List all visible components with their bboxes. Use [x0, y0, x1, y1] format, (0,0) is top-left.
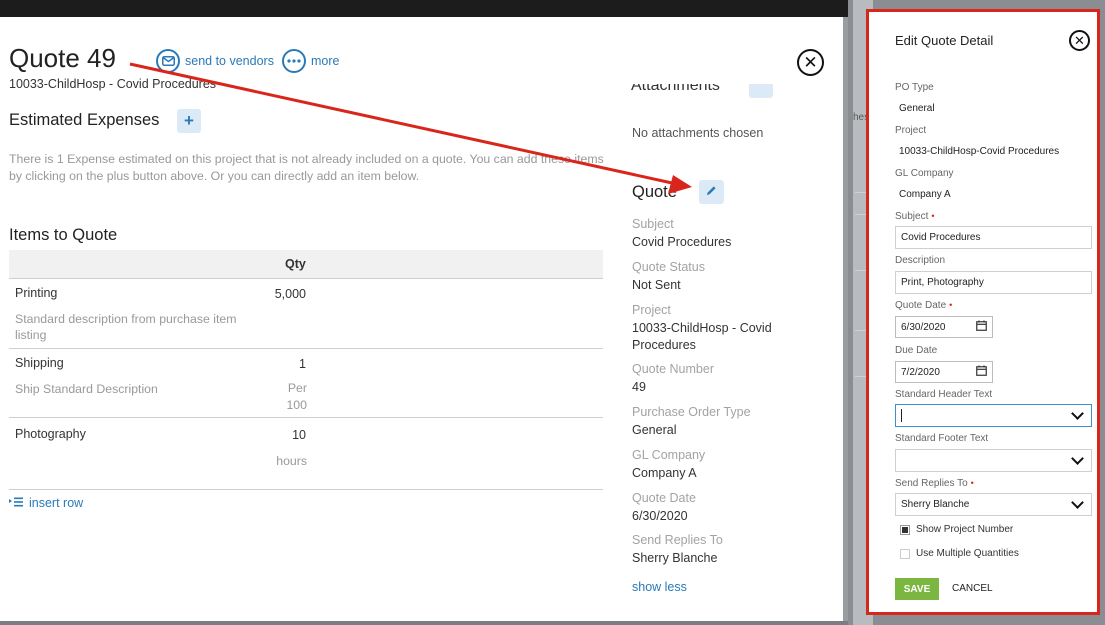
quote-status-label: Quote Status: [632, 260, 705, 274]
more-dots-icon: [282, 49, 306, 73]
footer-text-label: Standard Footer Text: [895, 433, 989, 444]
qty-column-header: Qty: [285, 257, 306, 271]
estimated-expenses-text: There is 1 Expense estimated on this pro…: [9, 152, 604, 183]
item-unit: Per 100: [286, 381, 307, 412]
item-description: Ship Standard Description: [15, 382, 158, 396]
description-label: Description: [895, 255, 946, 266]
attachments-heading: Attachments: [631, 84, 720, 94]
po-type-label: PO Type: [895, 82, 934, 93]
envelope-icon: [156, 49, 180, 73]
item-name: Photography: [15, 427, 86, 441]
show-less-link[interactable]: show less: [632, 580, 687, 594]
calendar-icon[interactable]: [976, 320, 987, 334]
more-link[interactable]: more: [282, 49, 339, 73]
send-replies-label: Send Replies To: [632, 533, 723, 547]
table-row[interactable]: Photography 10 hours: [9, 418, 603, 490]
replies-to-select[interactable]: Sherry Blanche: [895, 493, 1092, 516]
more-label: more: [311, 54, 340, 68]
gl-company-label: GL Company: [895, 168, 954, 179]
panel-title: Edit Quote Detail: [895, 33, 994, 48]
multiple-quantities-checkbox[interactable]: Use Multiple Quantities: [900, 548, 1019, 559]
gl-company-value: Company A: [632, 466, 697, 480]
show-project-number-checkbox[interactable]: Show Project Number: [900, 524, 1013, 535]
checkbox-unchecked[interactable]: [900, 548, 910, 559]
add-attachment-button[interactable]: [749, 84, 773, 98]
close-icon: ✕: [1074, 33, 1085, 48]
send-to-vendors-label: send to vendors: [185, 54, 274, 68]
chevron-down-icon: [1071, 406, 1084, 420]
chevron-down-icon: [1071, 451, 1084, 465]
quote-section-heading: Quote: [632, 183, 677, 201]
required-marker: •: [949, 300, 953, 310]
checkbox-checked[interactable]: [900, 524, 910, 535]
item-name: Printing: [15, 286, 58, 300]
po-type-value: General: [899, 103, 935, 114]
quote-date-value: 6/30/2020: [632, 509, 688, 523]
item-qty: 5,000: [274, 287, 306, 301]
header-text-select[interactable]: [895, 404, 1092, 427]
due-date-label: Due Date: [895, 345, 938, 356]
estimated-expenses-heading: Estimated Expenses: [9, 111, 160, 129]
items-to-quote-heading: Items to Quote: [9, 226, 118, 244]
quote-date-input[interactable]: 6/30/2020: [895, 316, 993, 338]
quote-date-label: Quote Date •: [895, 300, 953, 311]
project-label: Project: [632, 303, 671, 317]
insert-row-link[interactable]: insert row: [9, 496, 83, 510]
quote-date-label: Quote Date: [632, 491, 696, 505]
quote-number-label: Quote Number: [632, 362, 714, 376]
item-description: Standard description from purchase item …: [15, 312, 237, 342]
item-qty: 10: [292, 428, 306, 442]
close-icon: ✕: [803, 53, 818, 72]
gl-company-label: GL Company: [632, 448, 706, 462]
send-to-vendors-link[interactable]: send to vendors: [156, 49, 274, 73]
quote-modal: Quote 49 send to vendors more ✕ 10033-Ch…: [0, 17, 843, 621]
po-type-value: General: [632, 423, 677, 437]
page-title: Quote 49: [9, 43, 116, 73]
chevron-down-icon: [1071, 495, 1084, 509]
quote-subtitle: 10033-ChildHosp - Covid Procedures: [9, 77, 217, 91]
subject-label: Subject •: [895, 211, 935, 222]
table-row[interactable]: Shipping Ship Standard Description 1 Per…: [9, 349, 603, 418]
add-expense-button[interactable]: +: [177, 109, 201, 133]
project-value: 10033-ChildHosp - Covid Procedures: [632, 321, 772, 352]
table-row[interactable]: Printing Standard description from purch…: [9, 279, 603, 349]
quote-status-value: Not Sent: [632, 278, 681, 292]
due-date-input[interactable]: 7/2/2020: [895, 361, 993, 383]
background-top-bar: [0, 0, 848, 17]
cancel-button[interactable]: CANCEL: [952, 583, 993, 594]
footer-text-select[interactable]: [895, 449, 1092, 472]
insert-row-icon: [9, 496, 23, 510]
subject-value: Covid Procedures: [632, 235, 732, 249]
header-text-label: Standard Header Text: [895, 389, 993, 400]
subject-input[interactable]: Covid Procedures: [895, 226, 1092, 249]
description-input[interactable]: Print, Photography: [895, 271, 1092, 294]
send-replies-value: Sherry Blanche: [632, 551, 718, 565]
plus-icon: +: [184, 111, 194, 130]
save-button[interactable]: SAVE: [895, 578, 939, 600]
required-marker: •: [970, 478, 974, 488]
item-unit: hours: [276, 454, 307, 468]
project-label: Project: [895, 125, 927, 136]
item-qty: 1: [299, 357, 306, 371]
subject-label: Subject: [632, 217, 674, 231]
calendar-icon[interactable]: [976, 365, 987, 379]
text-cursor: [901, 409, 902, 422]
project-value: 10033-ChildHosp-Covid Procedures: [899, 146, 1060, 157]
required-marker: •: [931, 211, 935, 221]
close-modal-button[interactable]: ✕: [797, 49, 824, 76]
items-table-header: Qty: [9, 250, 603, 279]
quote-number-value: 49: [632, 380, 646, 394]
item-name: Shipping: [15, 356, 64, 370]
gl-company-value: Company A: [899, 189, 951, 200]
pencil-icon: [706, 183, 717, 201]
po-type-label: Purchase Order Type: [632, 405, 751, 419]
edit-quote-button[interactable]: [699, 180, 724, 204]
modal-scrollbar[interactable]: [843, 17, 848, 621]
edit-quote-panel: Edit Quote Detail ✕ PO Type General Proj…: [866, 9, 1100, 615]
insert-row-label: insert row: [29, 496, 84, 510]
close-panel-button[interactable]: ✕: [1069, 30, 1090, 51]
no-attachments-text: No attachments chosen: [632, 126, 764, 140]
replies-to-label: Send Replies To •: [895, 478, 974, 489]
